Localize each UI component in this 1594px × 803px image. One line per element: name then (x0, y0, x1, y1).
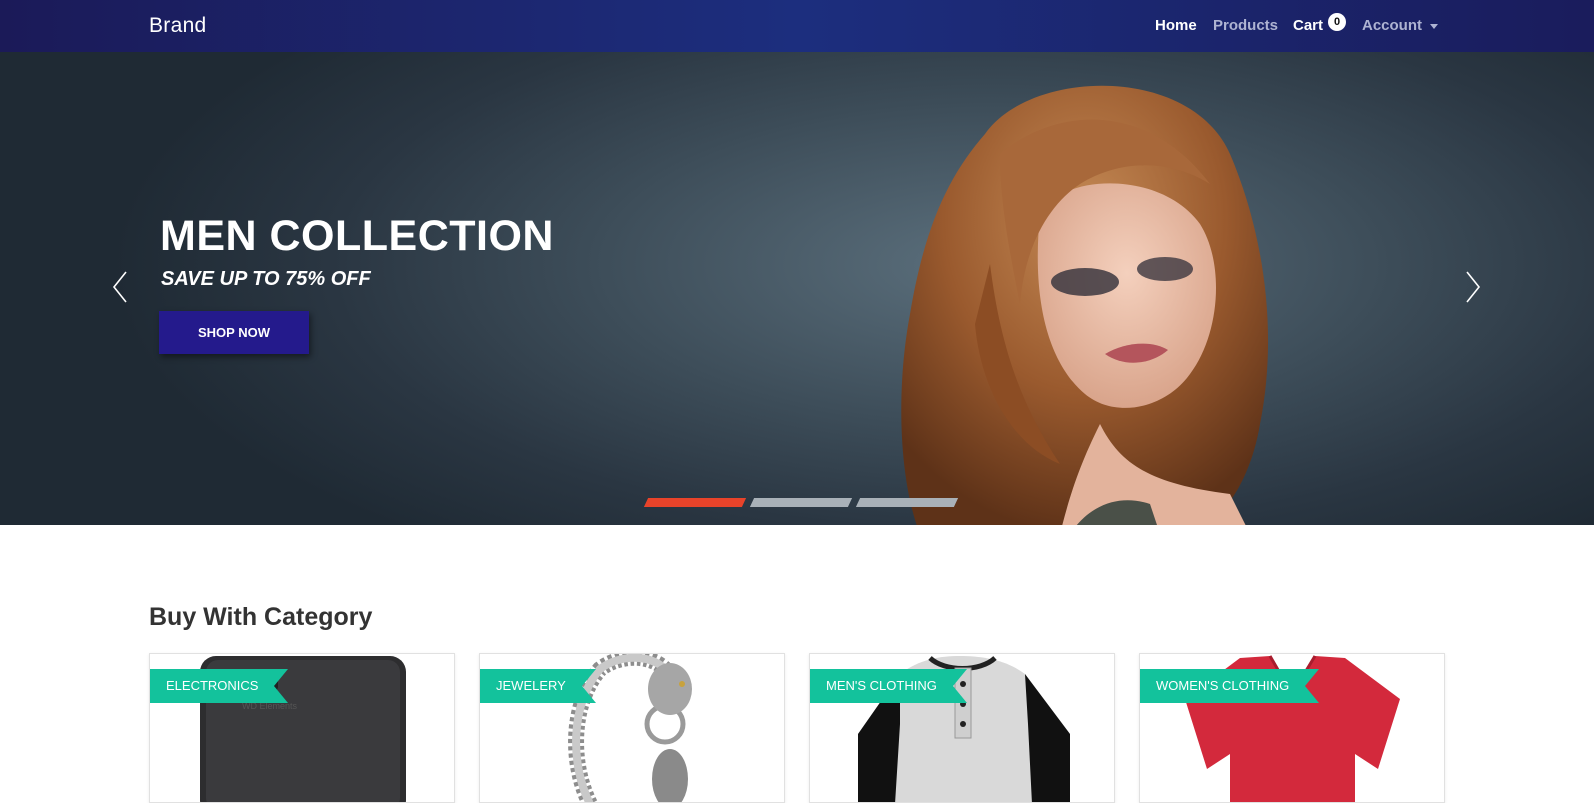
category-card-electronics[interactable]: WD Elements ELECTRONICS (149, 653, 455, 803)
hero-subtitle: SAVE UP TO 75% OFF (161, 268, 371, 290)
brand-logo[interactable]: Brand (149, 14, 207, 38)
carousel-next-icon[interactable] (1457, 267, 1487, 307)
category-tag: ELECTRONICS (150, 669, 289, 703)
hero-carousel: MEN COLLECTION SAVE UP TO 75% OFF SHOP N… (0, 52, 1594, 525)
cart-count-badge: 0 (1328, 13, 1346, 31)
carousel-indicator-2[interactable] (749, 498, 853, 507)
chevron-down-icon[interactable] (1430, 24, 1438, 29)
category-card-jewelery[interactable]: JEWELERY (479, 653, 785, 803)
nav-products-link[interactable]: Products (1213, 17, 1278, 34)
nav-account-dropdown[interactable]: Account (1362, 17, 1422, 34)
navbar: Brand Home Products Cart 0 Account (0, 0, 1594, 52)
carousel-prev-icon[interactable] (106, 267, 136, 307)
nav-home-link[interactable]: Home (1155, 17, 1197, 34)
category-card-womens-clothing[interactable]: WOMEN'S CLOTHING (1139, 653, 1445, 803)
hero-title: MEN COLLECTION (160, 212, 554, 260)
shop-now-button[interactable]: SHOP NOW (159, 311, 309, 354)
nav-cart-link[interactable]: Cart (1293, 17, 1323, 34)
model-photo (901, 85, 1269, 525)
category-tag: JEWELERY (480, 669, 596, 703)
category-card-mens-clothing[interactable]: MEN'S CLOTHING (809, 653, 1115, 803)
carousel-indicator-3[interactable] (855, 498, 959, 507)
section-title: Buy With Category (149, 603, 373, 631)
category-tag: MEN'S CLOTHING (810, 669, 967, 703)
carousel-indicator-1[interactable] (643, 498, 747, 507)
category-tag: WOMEN'S CLOTHING (1140, 669, 1320, 703)
